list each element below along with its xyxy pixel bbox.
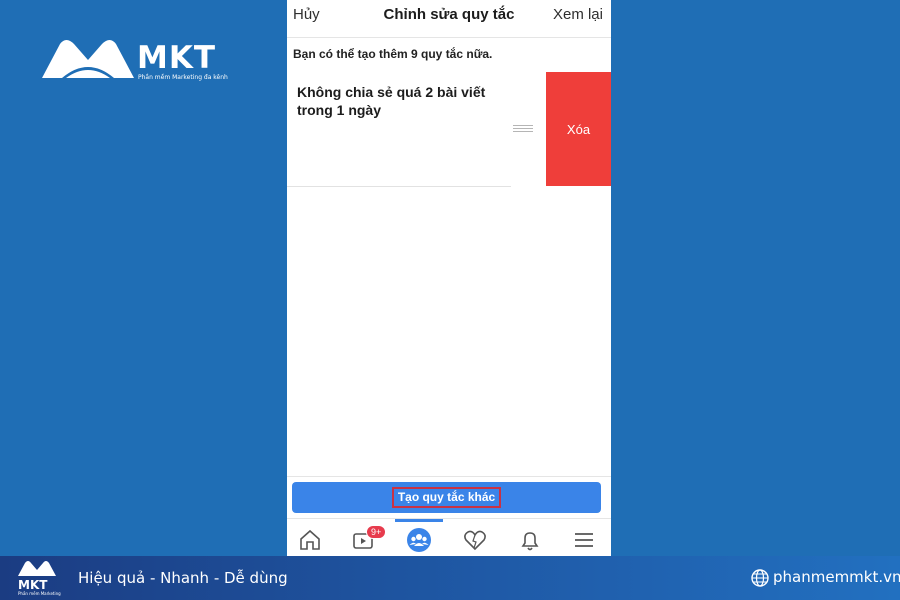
create-rule-label: Tạo quy tắc khác (391, 487, 502, 508)
tab-bar: 9+ (287, 518, 611, 556)
footer-mkt-logo-icon: MKT Phần mềm Marketing (18, 561, 61, 596)
brand-tagline: Phần mềm Marketing đa kênh (138, 74, 228, 81)
rule-text: Không chia sẻ quá 2 bài viết trong 1 ngà… (297, 84, 486, 118)
review-button[interactable]: Xem lại (553, 6, 603, 23)
dating-heart-icon[interactable] (462, 527, 488, 553)
nav-bar: Hủy Chỉnh sửa quy tắc Xem lại (287, 0, 611, 38)
bell-icon[interactable] (517, 527, 543, 553)
website-link[interactable]: phanmemmkt.vn (773, 568, 900, 586)
divider (287, 476, 611, 477)
rule-item[interactable]: Không chia sẻ quá 2 bài viết trong 1 ngà… (287, 72, 611, 187)
footer-brand-tagline: Phần mềm Marketing (18, 591, 61, 596)
drag-handle-icon[interactable] (513, 125, 533, 133)
footer-brand-name: MKT (18, 578, 48, 592)
video-badge: 9+ (366, 525, 387, 539)
delete-label: Xóa (566, 121, 591, 137)
brand-name: MKT (137, 40, 217, 76)
groups-icon[interactable] (406, 527, 432, 553)
footer-banner: MKT Phần mềm Marketing Hiệu quả - Nhanh … (0, 556, 900, 600)
home-icon[interactable] (297, 527, 323, 553)
rules-remaining-text: Bạn có thể tạo thêm 9 quy tắc nữa. (293, 47, 493, 61)
globe-icon (751, 569, 769, 587)
create-rule-button[interactable]: Tạo quy tắc khác (292, 482, 601, 513)
delete-button[interactable]: Xóa (546, 72, 611, 186)
divider (287, 186, 511, 187)
phone-screen: Hủy Chỉnh sửa quy tắc Xem lại Bạn có thể… (287, 0, 611, 556)
active-tab-indicator (395, 519, 443, 522)
slogan: Hiệu quả - Nhanh - Dễ dùng (78, 569, 288, 587)
menu-icon[interactable] (571, 527, 597, 553)
